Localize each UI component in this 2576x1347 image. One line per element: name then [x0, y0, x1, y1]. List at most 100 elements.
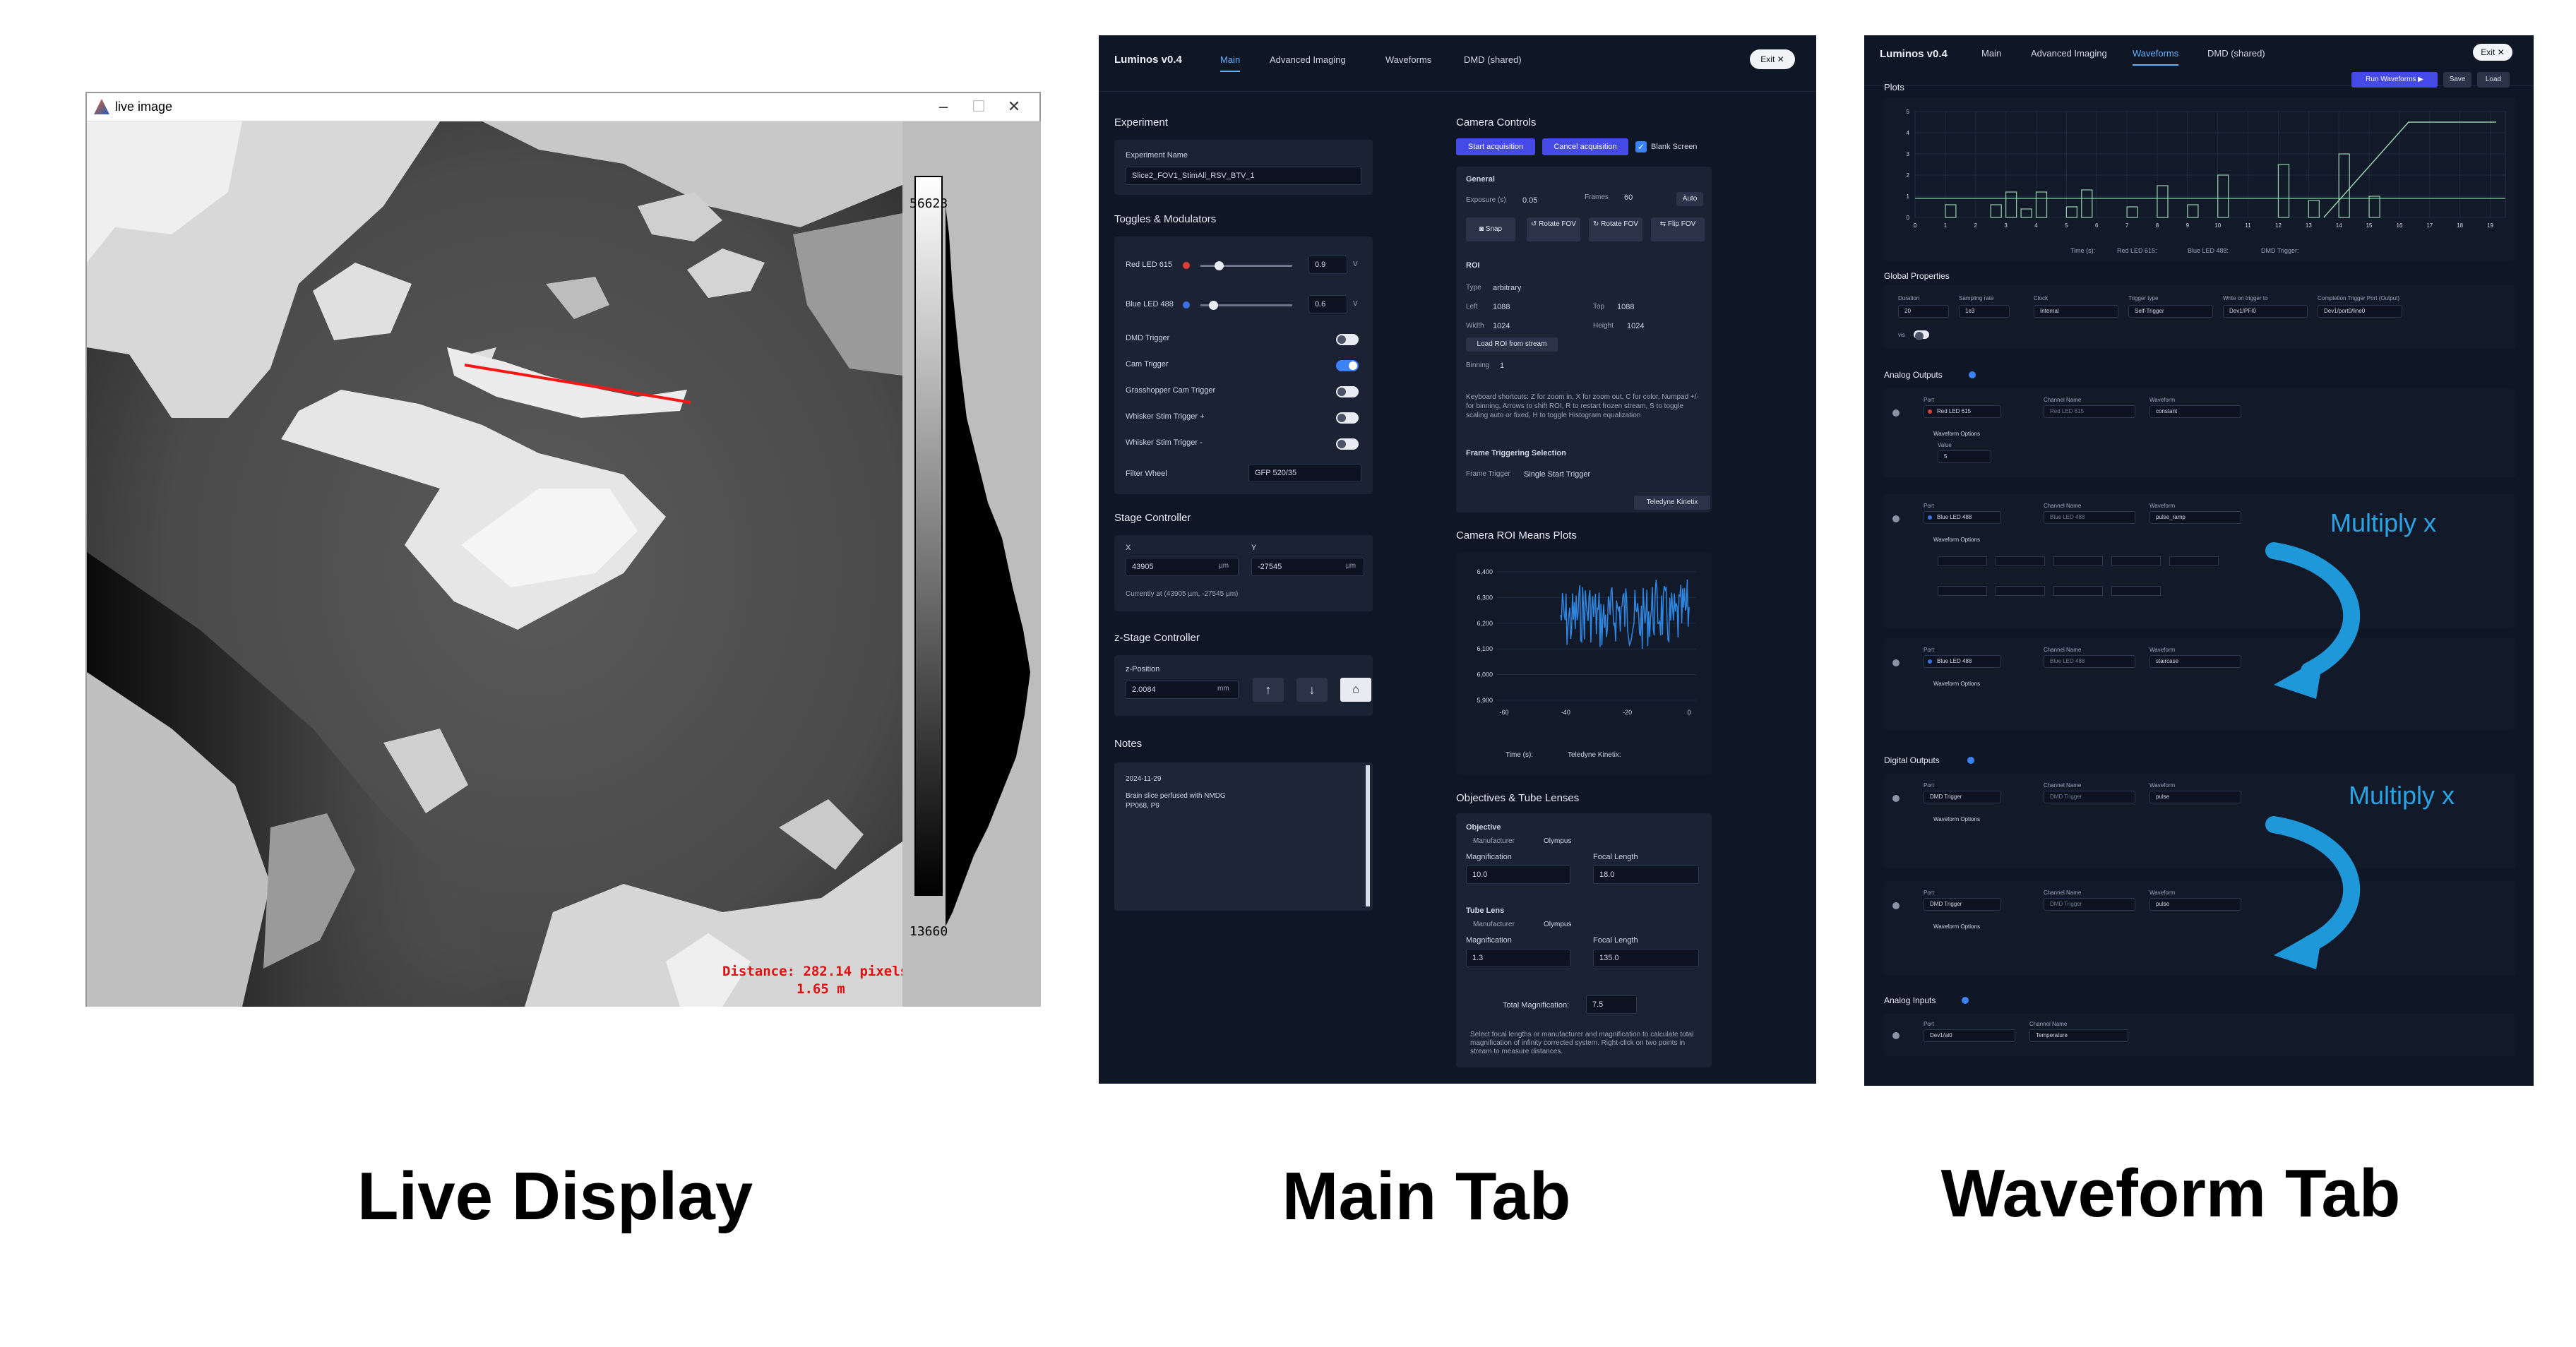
roi-ytick-label: 6,200	[1477, 620, 1493, 627]
remove-ai1-icon[interactable]	[1892, 1032, 1900, 1039]
start-acquisition-button[interactable]: Start acquisition	[1456, 138, 1535, 155]
tab-main[interactable]: Main	[1220, 54, 1241, 72]
flip-fov-button[interactable]: ⇆ Flip FOV	[1651, 217, 1705, 241]
tab-waveforms[interactable]: Waveforms	[1385, 54, 1431, 65]
load-button[interactable]: Load	[2477, 72, 2510, 88]
z-up-icon[interactable]: ↑	[1253, 678, 1284, 702]
objective-focal-length-input[interactable]: 18.0	[1593, 866, 1699, 884]
notes-textarea[interactable]: 2024-11-29 Brain slice perfused with NMD…	[1114, 762, 1373, 911]
ao3-port-select[interactable]: Blue LED 488	[1924, 655, 2001, 668]
close-button[interactable]: ✕	[998, 96, 1030, 117]
binning-select[interactable]: 1	[1500, 361, 1504, 370]
roi-top-value[interactable]: 1088	[1617, 303, 1634, 311]
ao1-channel-input[interactable]: Red LED 615	[2044, 405, 2135, 418]
roi-left-label: Left	[1466, 303, 1478, 311]
run-waveforms-button[interactable]: Run Waveforms ▶	[2351, 72, 2438, 88]
do1-port-select[interactable]: DMD Trigger	[1924, 791, 2001, 803]
remove-do2-icon[interactable]	[1892, 902, 1900, 909]
cancel-acquisition-button[interactable]: Cancel acquisition	[1542, 138, 1628, 155]
ao2-waveform-select[interactable]: pulse_ramp	[2149, 511, 2241, 524]
red-led-value[interactable]: 0.9	[1308, 256, 1347, 274]
ao3-waveform-select[interactable]: staircase	[2149, 655, 2241, 668]
vis-toggle[interactable]	[1914, 330, 1929, 340]
tab-waveforms[interactable]: Waveforms	[2133, 48, 2179, 66]
tab-dmd-shared[interactable]: DMD (shared)	[1464, 54, 1522, 65]
do2-channel-input[interactable]: DMD Trigger	[2044, 898, 2135, 911]
roi-width-value[interactable]: 1024	[1493, 322, 1510, 330]
write-on-trigger-select[interactable]: Dev1/PFI0	[2223, 305, 2308, 318]
remove-ao3-icon[interactable]	[1892, 659, 1900, 666]
wave-xtick-label: 7	[2125, 222, 2129, 229]
red-led-slider[interactable]	[1200, 261, 1292, 270]
grasshopper-trigger-toggle[interactable]	[1336, 386, 1359, 397]
objective-manufacturer-select[interactable]: Olympus	[1544, 837, 1571, 845]
remove-ao2-icon[interactable]	[1892, 515, 1900, 522]
frames-value[interactable]: 60	[1624, 193, 1633, 202]
z-down-icon[interactable]: ↓	[1296, 678, 1328, 702]
ao2-port-select[interactable]: Blue LED 488	[1924, 511, 2001, 524]
maximize-button[interactable]: ☐	[962, 96, 995, 117]
experiment-name-input[interactable]: Slice2_FOV1_StimAll_RSV_BTV_1	[1126, 167, 1361, 185]
tube-focal-length-input[interactable]: 135.0	[1593, 949, 1699, 967]
trigger-type-select[interactable]: Self-Trigger	[2128, 305, 2213, 318]
objective-focal-length-label: Focal Length	[1593, 853, 1638, 861]
roi-height-value[interactable]: 1024	[1627, 322, 1644, 330]
rotate-fov-ccw-button[interactable]: ↺ Rotate FOV	[1527, 217, 1580, 241]
do2-options-label: Waveform Options	[1933, 923, 1980, 930]
add-digital-output-icon[interactable]	[1967, 757, 1974, 764]
minimize-button[interactable]: –	[927, 96, 960, 117]
whisker-plus-toggle[interactable]	[1336, 412, 1359, 424]
auto-button[interactable]: Auto	[1676, 192, 1703, 206]
notes-scrollbar[interactable]	[1366, 765, 1370, 906]
do2-port-select[interactable]: DMD Trigger	[1924, 898, 2001, 911]
exposure-value[interactable]: 0.05	[1522, 196, 1537, 205]
dmd-trigger-toggle[interactable]	[1336, 334, 1359, 345]
cam-trigger-toggle[interactable]	[1336, 360, 1359, 371]
clock-select[interactable]: Internal	[2034, 305, 2118, 318]
roi-type-select[interactable]: arbitrary	[1493, 284, 1521, 292]
add-analog-input-icon[interactable]	[1962, 997, 1969, 1004]
whisker-minus-toggle[interactable]	[1336, 438, 1359, 450]
load-roi-button[interactable]: Load ROI from stream	[1466, 337, 1558, 352]
tab-dmd-shared[interactable]: DMD (shared)	[2207, 48, 2265, 59]
ai1-channel-input[interactable]: Temperature	[2029, 1029, 2128, 1042]
remove-ao1-icon[interactable]	[1892, 409, 1900, 417]
sampling-rate-input[interactable]: 1e3	[1959, 305, 2010, 318]
tab-main[interactable]: Main	[1981, 48, 2001, 59]
objective-magnification-input[interactable]: 10.0	[1466, 866, 1570, 884]
blank-screen-checkbox[interactable]: ✓	[1635, 141, 1647, 152]
z-home-icon[interactable]: ⌂	[1340, 678, 1371, 702]
add-analog-output-icon[interactable]	[1969, 371, 1976, 378]
do1-waveform-select[interactable]: pulse	[2149, 791, 2241, 803]
tab-advanced-imaging[interactable]: Advanced Imaging	[1270, 54, 1346, 65]
wave-xtick-label: 13	[2306, 222, 2312, 229]
do1-channel-input[interactable]: DMD Trigger	[2044, 791, 2135, 803]
ao1-value-input[interactable]: 5	[1938, 450, 1991, 463]
snap-button[interactable]: ◙ Snap	[1466, 217, 1515, 241]
filter-wheel-select[interactable]: GFP 520/35	[1248, 464, 1361, 482]
save-button[interactable]: Save	[2443, 72, 2471, 88]
roi-left-value[interactable]: 1088	[1493, 303, 1510, 311]
ao1-waveform-select[interactable]: constant	[2149, 405, 2241, 418]
tube-magnification-input[interactable]: 1.3	[1466, 949, 1570, 967]
blue-led-value[interactable]: 0.6	[1308, 295, 1347, 313]
ai1-port-select[interactable]: Dev1/ai0	[1924, 1029, 2015, 1042]
duration-input[interactable]: 20	[1898, 305, 1949, 318]
blue-led-slider[interactable]	[1200, 301, 1292, 310]
remove-do1-icon[interactable]	[1892, 795, 1900, 802]
ao2-channel-input[interactable]: Blue LED 488	[2044, 511, 2135, 524]
microscope-live-image[interactable]: Distance: 282.14 pixels 1.65 m	[87, 121, 902, 1007]
do2-waveform-select[interactable]: pulse	[2149, 898, 2241, 911]
tube-manufacturer-select[interactable]: Olympus	[1544, 921, 1571, 928]
ao3-channel-input[interactable]: Blue LED 488	[2044, 655, 2135, 668]
frame-trigger-select[interactable]: Single Start Trigger	[1524, 470, 1590, 479]
exit-button[interactable]: Exit ✕	[2473, 44, 2512, 61]
completion-trigger-select[interactable]: Dev1/port0/line0	[2318, 305, 2402, 318]
rotate-fov-cw-button[interactable]: ↻ Rotate FOV	[1589, 217, 1642, 241]
ao2-option-fields[interactable]	[1938, 551, 2291, 614]
total-magnification-value[interactable]: 7.5	[1586, 995, 1637, 1014]
exit-button[interactable]: Exit ✕	[1750, 49, 1795, 69]
tab-advanced-imaging[interactable]: Advanced Imaging	[2031, 48, 2107, 59]
ao1-port-select[interactable]: Red LED 615	[1924, 405, 2001, 418]
ao3-options-label: Waveform Options	[1933, 681, 1980, 687]
